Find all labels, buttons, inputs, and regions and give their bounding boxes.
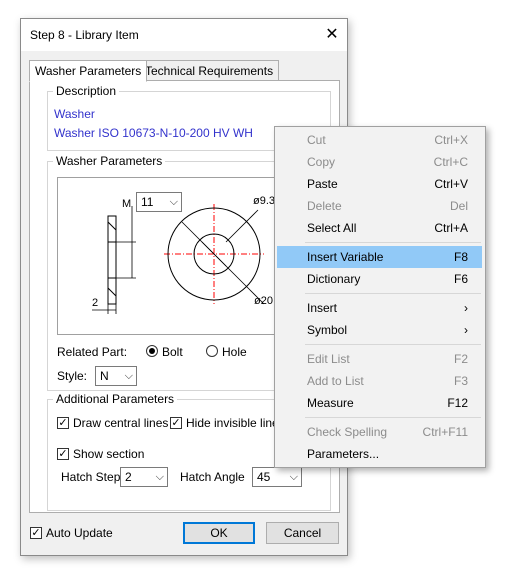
auto-update-checkbox[interactable]: ✓ (30, 527, 42, 539)
m-size-value: 11 (141, 195, 154, 209)
hatch-angle-label: Hatch Angle (180, 470, 245, 484)
menu-item-shortcut: Ctrl+A (434, 221, 468, 235)
chevron-down-icon: ⌵ (124, 370, 133, 382)
thickness-dimension: 2 (92, 297, 98, 309)
menu-item-label: Add to List (307, 374, 364, 388)
menu-item-add-to-list[interactable]: Add to List F3 (277, 370, 482, 392)
draw-central-lines-label[interactable]: Draw central lines (73, 416, 168, 430)
menu-item-label: Select All (307, 221, 357, 235)
chevron-down-icon: ⌵ (289, 471, 298, 483)
menu-item-shortcut: F6 (453, 272, 468, 286)
menu-item-shortcut: Ctrl+V (434, 177, 468, 191)
chevron-down-icon: ⌵ (169, 196, 178, 208)
hatch-step-label: Hatch Step (61, 470, 121, 484)
menu-item-label: Symbol (307, 323, 348, 337)
ok-button[interactable]: OK (183, 522, 255, 544)
washer-parameters-group-label: Washer Parameters (53, 154, 166, 168)
radio-bolt-label[interactable]: Bolt (162, 345, 183, 359)
menu-item-label: Measure (307, 396, 354, 410)
hatch-step-value: 2 (125, 470, 132, 484)
menu-item-shortcut: Ctrl+F11 (422, 425, 468, 439)
menu-item-insert-variable[interactable]: Insert Variable F8 (277, 246, 482, 268)
menu-item-shortcut: F8 (453, 250, 468, 264)
description-line-1[interactable]: Washer (54, 107, 95, 121)
menu-item-label: Paste (307, 177, 338, 191)
menu-item-symbol[interactable]: Symbol › (277, 319, 482, 341)
style-dropdown[interactable]: N ⌵ (95, 366, 137, 386)
hide-invisible-lines-checkbox[interactable]: ✓ (170, 417, 182, 429)
menu-item-shortcut: Ctrl+C (433, 155, 468, 169)
auto-update-label[interactable]: Auto Update (46, 526, 113, 540)
hatch-angle-value: 45 (257, 470, 271, 484)
tab-washer-parameters[interactable]: Washer Parameters (29, 60, 148, 82)
chevron-down-icon: ⌵ (155, 471, 164, 483)
menu-item-copy[interactable]: Copy Ctrl+C (277, 151, 482, 173)
m-label: M (122, 198, 131, 210)
menu-item-insert[interactable]: Insert › (277, 297, 482, 319)
description-line-2[interactable]: Washer ISO 10673-N-10-200 HV WH (54, 126, 253, 140)
menu-item-delete[interactable]: Delete Del (277, 195, 482, 217)
menu-item-shortcut: Del (449, 199, 468, 213)
menu-item-label: Check Spelling (307, 425, 388, 439)
menu-item-label: Edit List (307, 352, 350, 366)
inner-diameter-dimension: ø9.3 (253, 195, 275, 207)
menu-item-label: Parameters... (307, 447, 380, 461)
menu-item-label: Dictionary (307, 272, 361, 286)
chevron-right-icon: › (464, 323, 468, 337)
show-section-label[interactable]: Show section (73, 447, 144, 461)
menu-item-label: Insert (307, 301, 338, 315)
menu-item-check-spelling[interactable]: Check Spelling Ctrl+F11 (277, 421, 482, 443)
show-section-checkbox[interactable]: ✓ (57, 448, 69, 460)
related-part-label: Related Part: (57, 345, 128, 359)
menu-item-shortcut: F2 (453, 352, 468, 366)
washer-drawing: 2 M ø9.3 ø20 11 ⌵ (57, 177, 289, 335)
m-size-dropdown[interactable]: 11 ⌵ (136, 192, 182, 212)
hatch-step-dropdown[interactable]: 2 ⌵ (120, 467, 168, 487)
menu-item-label: Copy (307, 155, 336, 169)
menu-item-select-all[interactable]: Select All Ctrl+A (277, 217, 482, 239)
menu-item-measure[interactable]: Measure F12 (277, 392, 482, 414)
dialog-title: Step 8 - Library Item (30, 28, 139, 42)
tab-technical-requirements[interactable]: Technical Requirements (139, 60, 280, 82)
radio-hole[interactable] (206, 345, 218, 357)
description-group-label: Description (53, 84, 120, 98)
menu-separator (305, 293, 481, 294)
chevron-right-icon: › (464, 301, 468, 315)
menu-item-shortcut: F3 (453, 374, 468, 388)
close-icon[interactable]: ✕ (321, 24, 343, 46)
menu-item-paste[interactable]: Paste Ctrl+V (277, 173, 482, 195)
draw-central-lines-checkbox[interactable]: ✓ (57, 417, 69, 429)
style-value: N (100, 369, 109, 383)
cancel-button[interactable]: Cancel (266, 522, 339, 544)
menu-item-shortcut: Ctrl+X (434, 133, 468, 147)
menu-item-parameters[interactable]: Parameters... (277, 443, 482, 465)
radio-bolt[interactable] (146, 345, 158, 357)
menu-item-cut[interactable]: Cut Ctrl+X (277, 129, 482, 151)
menu-separator (305, 242, 481, 243)
outer-diameter-dimension: ø20 (254, 295, 273, 307)
inner-diameter-leader (225, 209, 259, 243)
menu-item-dictionary[interactable]: Dictionary F6 (277, 268, 482, 290)
menu-item-shortcut: F12 (447, 396, 468, 410)
style-label: Style: (57, 369, 88, 383)
menu-separator (305, 344, 481, 345)
context-menu: Cut Ctrl+X Copy Ctrl+C Paste Ctrl+V Delete D… (274, 126, 486, 468)
title-bar: Step 8 - Library Item ✕ (21, 19, 347, 51)
menu-item-edit-list[interactable]: Edit List F2 (277, 348, 482, 370)
hide-invisible-lines-label[interactable]: Hide invisible lines (186, 416, 285, 430)
hatch-angle-dropdown[interactable]: 45 ⌵ (252, 467, 302, 487)
radio-hole-label[interactable]: Hole (222, 345, 247, 359)
menu-separator (305, 417, 481, 418)
menu-item-label: Insert Variable (307, 250, 384, 264)
additional-parameters-group-label: Additional Parameters (53, 392, 178, 406)
menu-item-label: Delete (307, 199, 342, 213)
menu-item-label: Cut (307, 133, 326, 147)
